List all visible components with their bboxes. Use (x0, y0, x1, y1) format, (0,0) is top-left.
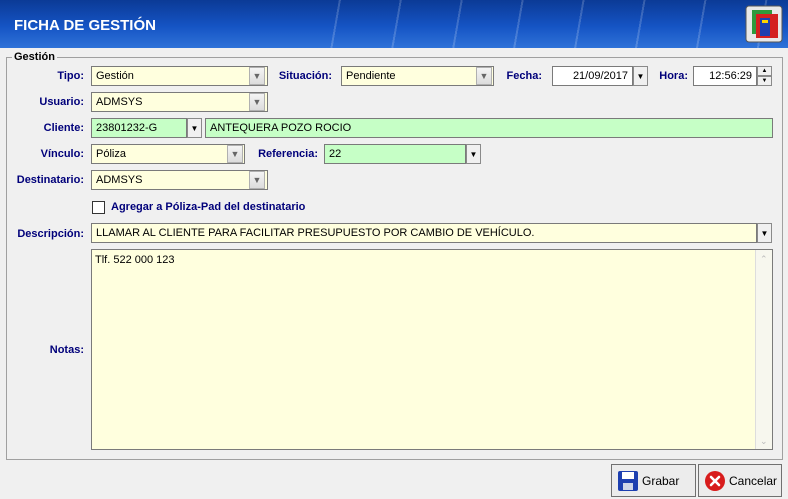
cancel-icon (705, 470, 725, 491)
chevron-down-icon: ▼ (252, 97, 262, 107)
hora-spin-down[interactable]: ▼ (757, 76, 772, 86)
hora-label: Hora: (659, 70, 688, 82)
chevron-down-icon: ▼ (230, 149, 240, 159)
descripcion-field[interactable]: LLAMAR AL CLIENTE PARA FACILITAR PRESUPU… (91, 223, 757, 243)
notas-label: Notas: (49, 344, 84, 356)
scroll-down-icon[interactable]: ⌄ (760, 436, 768, 447)
situacion-dropdown-button[interactable]: ▼ (476, 67, 492, 85)
referencia-lookup-button[interactable]: ▼ (466, 144, 481, 164)
vinculo-label: Vínculo: (40, 148, 84, 160)
usuario-label: Usuario: (39, 96, 84, 108)
cliente-code-field[interactable]: 23801232-G (91, 118, 187, 138)
fecha-calendar-button[interactable]: ▼ (633, 66, 648, 86)
app-logo-icon (745, 5, 783, 43)
agregar-poliza-pad-checkbox[interactable] (92, 201, 105, 214)
descripcion-dropdown-button[interactable]: ▼ (757, 223, 772, 243)
tipo-label: Tipo: (57, 70, 84, 82)
chevron-down-icon: ▼ (190, 123, 199, 133)
cliente-label: Cliente: (43, 122, 84, 134)
title-background-decoration (300, 0, 788, 48)
title-bar: FICHA DE GESTIÓN (0, 0, 788, 48)
cliente-lookup-button[interactable]: ▼ (187, 118, 202, 138)
usuario-dropdown-button[interactable]: ▼ (249, 93, 265, 111)
hora-field[interactable]: 12:56:29 (693, 66, 757, 86)
chevron-down-icon: ▼ (252, 71, 262, 81)
notas-scrollbar[interactable]: ⌃ ⌄ (755, 250, 772, 449)
agregar-poliza-pad-label: Agregar a Póliza-Pad del destinatario (111, 201, 306, 213)
tipo-select[interactable]: Gestión (91, 66, 268, 86)
vinculo-dropdown-button[interactable]: ▼ (227, 145, 243, 163)
chevron-down-icon: ▼ (469, 149, 478, 159)
grabar-label: Grabar (642, 473, 680, 488)
cancelar-label: Cancelar (729, 473, 778, 488)
vinculo-select[interactable]: Póliza (91, 144, 245, 164)
tipo-dropdown-button[interactable]: ▼ (249, 67, 265, 85)
descripcion-label: Descripción: (17, 228, 84, 240)
chevron-down-icon: ▼ (760, 228, 769, 238)
situacion-label: Situación: (278, 70, 332, 82)
chevron-down-icon: ▼ (479, 71, 489, 81)
gestion-group-label: Gestión (12, 51, 57, 63)
usuario-select[interactable]: ADMSYS (91, 92, 268, 112)
window-title: FICHA DE GESTIÓN (14, 17, 156, 34)
cliente-name-field[interactable]: ANTEQUERA POZO ROCIO (205, 118, 773, 138)
destinatario-label: Destinatario: (16, 174, 84, 186)
destinatario-dropdown-button[interactable]: ▼ (249, 171, 265, 189)
cancelar-button[interactable]: Cancelar (698, 464, 782, 497)
save-icon (618, 470, 638, 491)
chevron-down-icon: ▼ (252, 175, 262, 185)
situacion-select[interactable]: Pendiente (341, 66, 494, 86)
hora-spin-up[interactable]: ▲ (757, 66, 772, 76)
scroll-up-icon[interactable]: ⌃ (760, 254, 768, 265)
notas-textarea[interactable]: Tlf. 522 000 123 (91, 249, 773, 450)
referencia-label: Referencia: (258, 148, 318, 160)
grabar-button[interactable]: Grabar (611, 464, 696, 497)
caret-up-icon: ▲ (761, 68, 768, 74)
fecha-label: Fecha: (506, 70, 542, 82)
fecha-field[interactable]: 21/09/2017 (552, 66, 633, 86)
referencia-field[interactable]: 22 (324, 144, 466, 164)
chevron-down-icon: ▼ (636, 71, 645, 81)
destinatario-select[interactable]: ADMSYS (91, 170, 268, 190)
caret-down-icon: ▼ (761, 78, 768, 84)
